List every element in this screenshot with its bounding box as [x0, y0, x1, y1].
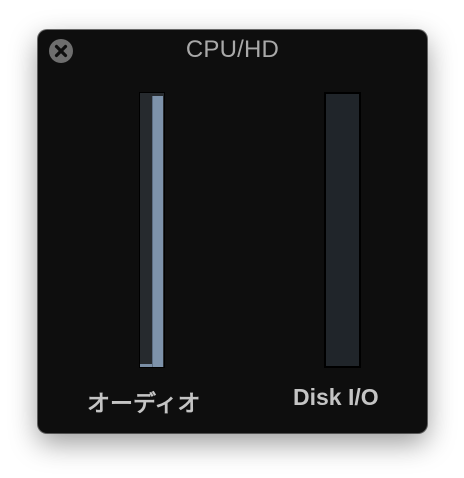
audio-meter [139, 92, 165, 368]
window-title: CPU/HD [185, 36, 280, 63]
audio-meter-label: オーディオ [87, 390, 201, 416]
disk-io-meter-label: Disk I/O [293, 384, 379, 410]
cpu-hd-window: CPU/HD オーディオ Disk I/O [38, 30, 427, 433]
disk-io-meter [324, 92, 361, 368]
audio-meter-fill [152, 96, 163, 367]
audio-peak-indicator [140, 364, 152, 367]
